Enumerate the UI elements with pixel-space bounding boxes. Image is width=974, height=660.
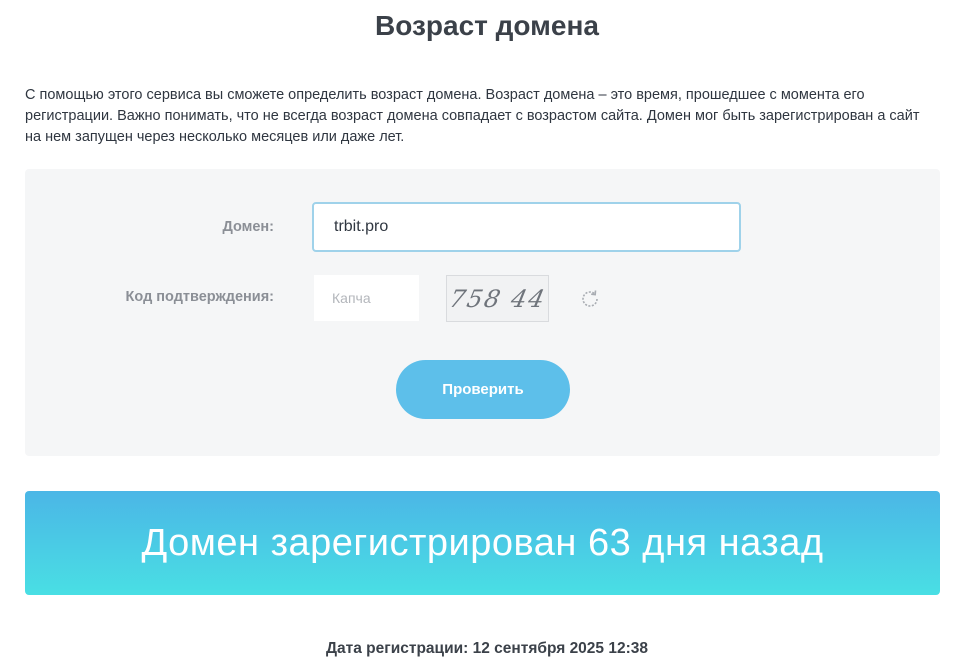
registration-date: Дата регистрации: 12 сентября 2025 12:38 bbox=[325, 640, 648, 657]
domain-age-form: Домен: Код подтверждения: 758 44 Провери… bbox=[25, 169, 940, 456]
check-button[interactable]: Проверить bbox=[396, 360, 570, 419]
result-text: Домен зарегистрирован 63 дня назад bbox=[141, 521, 824, 564]
domain-input[interactable] bbox=[312, 202, 741, 252]
captcha-image: 758 44 bbox=[446, 275, 549, 322]
page: Возраст домена С помощью этого сервиса в… bbox=[0, 0, 974, 660]
domain-label: Домен: bbox=[222, 219, 274, 235]
captcha-input[interactable] bbox=[314, 275, 419, 321]
result-banner: Домен зарегистрирован 63 дня назад bbox=[25, 491, 940, 595]
captcha-label: Код подтверждения: bbox=[125, 289, 274, 305]
captcha-image-text: 758 44 bbox=[446, 284, 549, 313]
page-title: Возраст домена bbox=[375, 10, 599, 41]
intro-text: С помощью этого сервиса вы сможете опред… bbox=[25, 87, 920, 145]
refresh-icon[interactable] bbox=[578, 287, 602, 311]
